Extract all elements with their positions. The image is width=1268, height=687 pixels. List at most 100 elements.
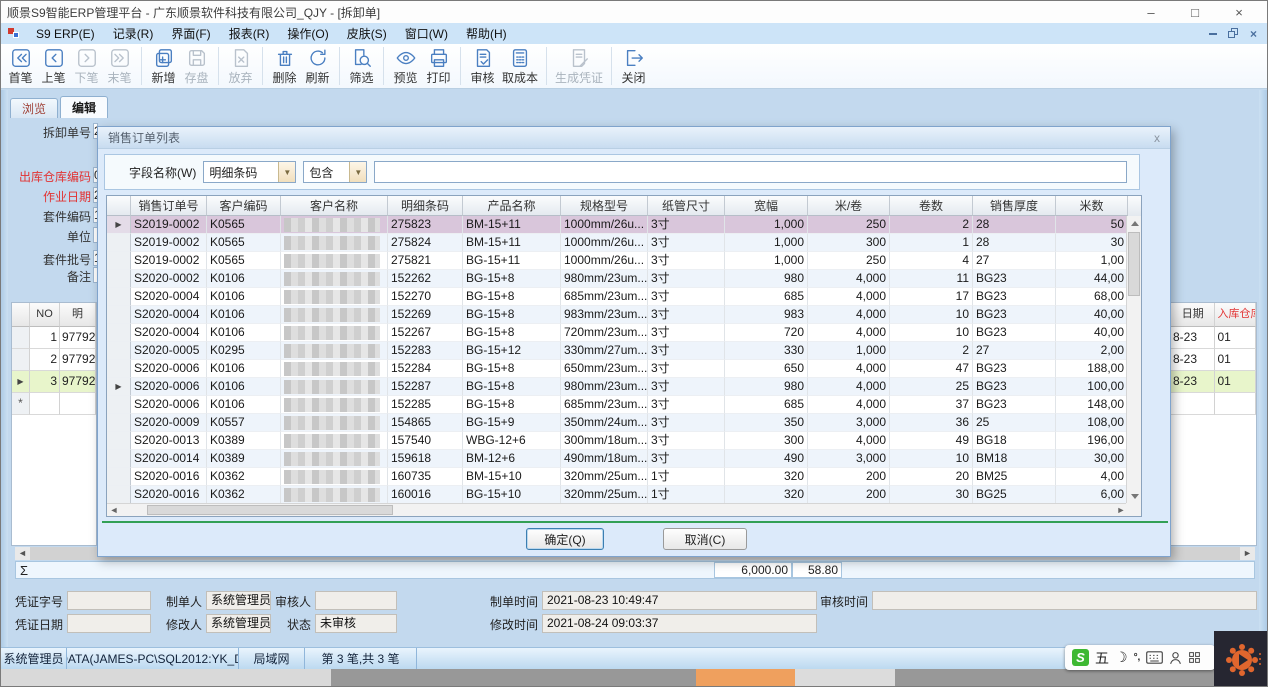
cell: BM-15+11 — [463, 234, 561, 252]
taskbar-active-item[interactable] — [696, 669, 795, 686]
toolbar-button-delete[interactable]: 删除 — [268, 46, 301, 87]
table-row[interactable] — [1170, 393, 1256, 415]
toolbar-button-nav-prev[interactable]: 上笔 — [37, 46, 70, 87]
toolbar-button-add[interactable]: 新增 — [147, 46, 180, 87]
table-row[interactable]: ▶8-2301 — [1170, 371, 1256, 393]
sales-order-row[interactable]: S2020-0004K0106152270BG-15+8685mm/23um..… — [107, 288, 1128, 306]
grid-column-header-3[interactable]: 客户名称 — [281, 196, 388, 216]
sales-order-row[interactable]: S2020-0016K0362160016BG-15+10320mm/25um.… — [107, 486, 1128, 504]
footer-field-制单时间[interactable]: 2021-08-23 10:49:47 — [542, 591, 817, 610]
ok-button[interactable]: 确定(Q) — [526, 528, 604, 550]
grid-column-header-7[interactable]: 纸管尺寸 — [648, 196, 725, 216]
menu-item-2[interactable]: 报表(R) — [220, 27, 279, 41]
footer-field-审核人[interactable] — [315, 591, 397, 610]
tray-app-tile[interactable] — [1214, 631, 1268, 687]
menu-item-6[interactable]: 帮助(H) — [457, 27, 516, 41]
toolbar-button-filter[interactable]: 筛选 — [345, 46, 378, 87]
footer-field-修改时间[interactable]: 2021-08-24 09:03:37 — [542, 614, 817, 633]
sales-order-row[interactable]: S2020-0016K0362160735BM-15+10320mm/25um.… — [107, 468, 1128, 486]
grid-horizontal-scrollbar[interactable]: ◄ ► — [107, 503, 1128, 516]
table-row[interactable]: 8-2301 — [1170, 327, 1256, 349]
chevron-down-icon[interactable]: ▼ — [278, 162, 295, 182]
toolbox-grid-icon[interactable] — [1188, 651, 1201, 664]
sales-order-row[interactable]: S2020-0005K0295152283BG-15+12330mm/27um.… — [107, 342, 1128, 360]
toolbar-button-print[interactable]: 打印 — [422, 46, 455, 87]
footer-field-审核时间[interactable] — [872, 591, 1257, 610]
sales-order-row[interactable]: S2020-0004K0106152267BG-15+8720mm/23um..… — [107, 324, 1128, 342]
grid-column-header-4[interactable]: 明细条码 — [388, 196, 463, 216]
vertical-scroll-thumb[interactable] — [1128, 232, 1140, 296]
sales-order-row[interactable]: S2020-0006K0106152285BG-15+8685mm/23um..… — [107, 396, 1128, 414]
field-select[interactable]: 明细条码 ▼ — [203, 161, 296, 183]
mdi-minimize-icon[interactable] — [1209, 33, 1217, 35]
grid-column-header-5[interactable]: 产品名称 — [463, 196, 561, 216]
sales-order-row[interactable]: ▶S2020-0006K0106152287BG-15+8980mm/23um.… — [107, 378, 1128, 396]
menu-item-3[interactable]: 操作(O) — [278, 27, 337, 41]
table-row[interactable]: 297792 — [12, 349, 96, 371]
grid-column-header-8[interactable]: 宽幅 — [725, 196, 808, 216]
grid-column-header-12[interactable]: 米数 — [1056, 196, 1128, 216]
grid-column-header-9[interactable]: 米/卷 — [808, 196, 890, 216]
sales-order-row[interactable]: S2020-0002K0106152262BG-15+8980mm/23um..… — [107, 270, 1128, 288]
person-icon[interactable] — [1169, 651, 1182, 665]
grid-column-header-6[interactable]: 规格型号 — [561, 196, 648, 216]
menu-item-1[interactable]: 界面(F) — [162, 27, 219, 41]
dialog-close-icon[interactable]: x — [1154, 131, 1160, 145]
grid-column-header-10[interactable]: 卷数 — [890, 196, 973, 216]
table-row[interactable]: * — [12, 393, 96, 415]
grid-column-header-11[interactable]: 销售厚度 — [973, 196, 1056, 216]
mdi-close-icon[interactable]: × — [1250, 27, 1257, 41]
keyboard-icon[interactable] — [1146, 651, 1163, 664]
sales-order-row[interactable]: S2019-0002K0565275821BG-15+111000mm/26u.… — [107, 252, 1128, 270]
scroll-down-icon[interactable] — [1131, 494, 1139, 499]
column-header[interactable]: 明 — [60, 303, 96, 327]
operator-select[interactable]: 包含 ▼ — [303, 161, 367, 183]
moon-icon[interactable]: ☽ — [1115, 649, 1128, 666]
ime-mode-icon[interactable]: 五 — [1095, 648, 1109, 668]
grid-column-header-2[interactable]: 客户编码 — [207, 196, 281, 216]
minimize-icon[interactable]: – — [1129, 5, 1173, 20]
sales-order-row[interactable]: S2020-0014K0389159618BM-12+6490mm/18um..… — [107, 450, 1128, 468]
grid-vertical-scrollbar[interactable] — [1126, 216, 1141, 504]
tab-browse[interactable]: 浏览 — [10, 98, 58, 118]
column-header[interactable]: 日期 — [1171, 303, 1215, 327]
menu-item-5[interactable]: 窗口(W) — [396, 27, 457, 41]
maximize-icon[interactable]: □ — [1173, 5, 1217, 20]
mdi-restore-icon[interactable] — [1228, 28, 1239, 39]
horizontal-scroll-thumb[interactable] — [147, 505, 393, 515]
grid-column-header-1[interactable]: 销售订单号 — [131, 196, 207, 216]
toolbar-button-cost[interactable]: 取成本 — [499, 46, 541, 87]
sales-order-row[interactable]: S2019-0002K0565275824BM-15+111000mm/26u.… — [107, 234, 1128, 252]
toolbar-button-close[interactable]: 关闭 — [617, 46, 650, 87]
scroll-left-icon[interactable]: ◄ — [15, 547, 30, 560]
sales-order-row[interactable]: S2020-0006K0106152284BG-15+8650mm/23um..… — [107, 360, 1128, 378]
sales-order-row[interactable]: S2020-0013K0389157540WBG-12+6300mm/18um.… — [107, 432, 1128, 450]
scroll-up-icon[interactable] — [1131, 221, 1139, 226]
tab-edit[interactable]: 编辑 — [60, 96, 108, 118]
punctuation-icon[interactable]: °, — [1134, 652, 1141, 663]
column-header[interactable]: 入库仓库 — [1215, 303, 1256, 327]
cancel-button[interactable]: 取消(C) — [663, 528, 747, 550]
table-row[interactable]: ▶397792 — [12, 371, 96, 393]
sales-order-row[interactable]: S2020-0004K0106152269BG-15+8983mm/23um..… — [107, 306, 1128, 324]
sales-order-row[interactable]: S2020-0009K0557154865BG-15+9350mm/24um..… — [107, 414, 1128, 432]
toolbar-button-audit[interactable]: 审核 — [466, 46, 499, 87]
chevron-down-icon[interactable]: ▼ — [349, 162, 366, 182]
table-row[interactable]: 197792 — [12, 327, 96, 349]
column-header[interactable]: NO — [30, 303, 60, 327]
sales-order-row[interactable]: ▶S2019-0002K0565275823BM-15+111000mm/26u… — [107, 216, 1128, 234]
table-row[interactable]: 8-2301 — [1170, 349, 1256, 371]
footer-field-状态[interactable]: 未审核 — [315, 614, 397, 633]
toolbar-button-preview[interactable]: 预览 — [389, 46, 422, 87]
scroll-left-icon[interactable]: ◄ — [107, 504, 121, 516]
menu-item-s9erp[interactable]: S9 ERP(E) — [27, 27, 104, 41]
menu-item-4[interactable]: 皮肤(S) — [338, 27, 396, 41]
menu-item-0[interactable]: 记录(R) — [104, 27, 163, 41]
grid-column-header-0[interactable] — [107, 196, 131, 216]
scroll-right-icon[interactable]: ► — [1240, 547, 1255, 560]
sogou-logo-icon[interactable]: S — [1072, 649, 1089, 666]
close-icon[interactable]: × — [1217, 5, 1261, 20]
toolbar-button-refresh[interactable]: 刷新 — [301, 46, 334, 87]
toolbar-button-nav-first[interactable]: 首笔 — [4, 46, 37, 87]
filter-value-input[interactable] — [374, 161, 1127, 183]
